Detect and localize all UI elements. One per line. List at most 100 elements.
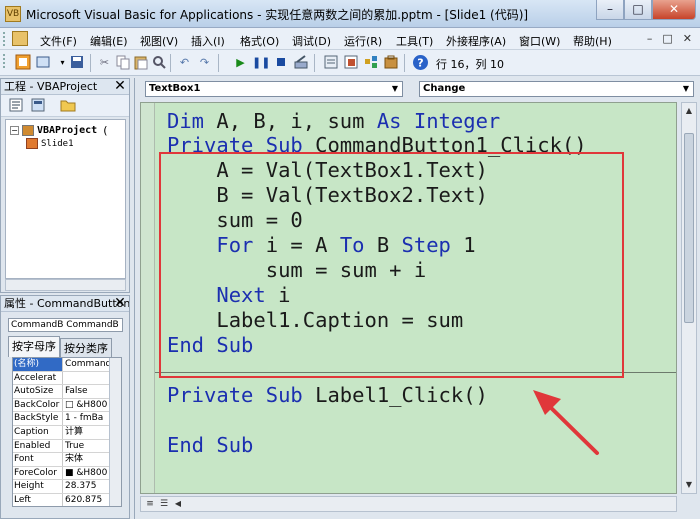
paste-icon[interactable] bbox=[132, 54, 149, 71]
property-row[interactable]: Caption 计算 bbox=[13, 425, 121, 440]
properties-window-icon[interactable] bbox=[342, 54, 359, 71]
procedure-view-icon[interactable]: ≡ bbox=[143, 497, 157, 511]
view-code-icon[interactable] bbox=[7, 97, 24, 114]
property-value[interactable]: 计算 bbox=[63, 426, 109, 439]
property-value[interactable]: 620.875 bbox=[63, 494, 109, 506]
toggle-folders-icon[interactable] bbox=[59, 97, 76, 114]
toolbar-separator bbox=[404, 54, 405, 72]
tab-categorized[interactable]: 按分类序 bbox=[60, 338, 112, 357]
property-row[interactable]: (名称)CommandB bbox=[13, 358, 121, 372]
property-value[interactable]: CommandB bbox=[63, 358, 109, 371]
property-row[interactable]: Font 宋体 bbox=[13, 453, 121, 467]
view-object-icon[interactable] bbox=[29, 97, 46, 114]
property-row[interactable]: BackStyle 1 - fmBa bbox=[13, 412, 121, 426]
tree-expander[interactable]: − bbox=[10, 126, 19, 135]
menu-window[interactable]: 窗口(W) bbox=[519, 33, 560, 49]
code-window: TextBox1 ▼ Change ▼ Dim A, B, i, sum As … bbox=[134, 78, 700, 519]
menu-format[interactable]: 格式(O) bbox=[240, 33, 279, 49]
object-browser-icon[interactable] bbox=[362, 54, 379, 71]
cursor-position: 行 16，列 10 bbox=[436, 58, 504, 71]
properties-panel-close-button[interactable]: ✕ bbox=[113, 296, 127, 311]
menu-addins[interactable]: 外接程序(A) bbox=[446, 33, 506, 49]
object-dropdown-arrow-icon[interactable]: ▼ bbox=[389, 83, 401, 95]
code-hscrollbar[interactable]: ≡ ☰ ◀ bbox=[140, 496, 677, 512]
property-value[interactable]: True bbox=[63, 440, 109, 453]
menu-bar: 文件(F) 编辑(E) 视图(V) 插入(I) 格式(O) 调试(D) 运行(R… bbox=[0, 28, 700, 50]
tree-label-slide1: Slide1 bbox=[41, 138, 74, 149]
property-value[interactable]: 1 - fmBa bbox=[63, 412, 109, 425]
property-value[interactable]: 28.375 bbox=[63, 480, 109, 493]
scroll-up-icon[interactable]: ▲ bbox=[682, 104, 696, 118]
property-value[interactable]: 宋体 bbox=[63, 453, 109, 466]
vba-menu-icon[interactable] bbox=[12, 31, 28, 46]
project-hscrollbar[interactable] bbox=[5, 279, 126, 291]
run-icon[interactable]: ▶ bbox=[232, 54, 249, 71]
menu-view[interactable]: 视图(V) bbox=[140, 33, 178, 49]
procedure-dropdown[interactable]: Change ▼ bbox=[419, 81, 694, 97]
properties-object-select[interactable]: CommandB CommandB bbox=[8, 318, 123, 332]
property-row[interactable]: AutoSize False bbox=[13, 385, 121, 399]
scroll-down-icon[interactable]: ▼ bbox=[682, 478, 696, 492]
menu-debug[interactable]: 调试(D) bbox=[292, 33, 331, 49]
toolbox-icon[interactable] bbox=[382, 54, 399, 71]
property-row[interactable]: Height 28.375 bbox=[13, 480, 121, 494]
property-value[interactable]: □ &H800 bbox=[63, 399, 109, 412]
properties-vscrollbar[interactable] bbox=[109, 358, 121, 506]
menu-file[interactable]: 文件(F) bbox=[40, 33, 77, 49]
minimize-button[interactable]: – bbox=[596, 0, 624, 20]
svg-text:?: ? bbox=[417, 57, 423, 70]
toolbar-separator bbox=[90, 54, 91, 72]
cut-icon[interactable]: ✂ bbox=[96, 54, 113, 71]
find-icon[interactable] bbox=[150, 54, 167, 71]
design-mode-icon[interactable] bbox=[292, 54, 309, 71]
menu-help[interactable]: 帮助(H) bbox=[573, 33, 612, 49]
view-host-app-icon[interactable] bbox=[14, 54, 31, 71]
property-name: AutoSize bbox=[13, 385, 63, 398]
menu-run[interactable]: 运行(R) bbox=[344, 33, 382, 49]
code-editor[interactable]: Dim A, B, i, sum As Integer Private Sub C… bbox=[140, 102, 677, 494]
copy-icon[interactable] bbox=[114, 54, 131, 71]
find-svg bbox=[152, 56, 166, 69]
project-explorer-svg bbox=[324, 55, 337, 69]
maximize-button[interactable]: □ bbox=[624, 0, 652, 20]
help-icon[interactable]: ? bbox=[412, 54, 429, 71]
properties-window-svg bbox=[344, 55, 357, 69]
project-panel-close-button[interactable]: ✕ bbox=[113, 79, 127, 94]
property-row[interactable]: Left 620.875 bbox=[13, 493, 121, 506]
scroll-thumb[interactable] bbox=[684, 133, 694, 323]
property-value[interactable]: ■ &H800 bbox=[63, 467, 109, 480]
property-value[interactable]: False bbox=[63, 385, 109, 398]
tree-label-vbaproject: VBAProject bbox=[37, 125, 98, 136]
project-explorer-icon[interactable] bbox=[322, 54, 339, 71]
property-row[interactable]: BackColor □ &H800 bbox=[13, 398, 121, 413]
property-value[interactable] bbox=[63, 372, 109, 385]
menu-insert[interactable]: 插入(I) bbox=[191, 33, 225, 49]
save-icon[interactable] bbox=[68, 54, 85, 71]
tab-alphabetic[interactable]: 按字母序 bbox=[8, 336, 60, 357]
close-button[interactable]: ✕ bbox=[652, 0, 696, 20]
tree-item-slide1[interactable]: Slide1 bbox=[26, 138, 74, 149]
property-row[interactable]: ForeColor ■ &H800 bbox=[13, 466, 121, 481]
menu-edit[interactable]: 编辑(E) bbox=[90, 33, 128, 49]
full-module-view-icon[interactable]: ☰ bbox=[157, 497, 171, 511]
procedure-dropdown-arrow-icon[interactable]: ▼ bbox=[680, 83, 692, 95]
menu-tools[interactable]: 工具(T) bbox=[396, 33, 433, 49]
break-icon[interactable]: ❚❚ bbox=[252, 54, 270, 71]
mdi-minimize-button[interactable]: – bbox=[647, 32, 653, 45]
tree-item-vbaproject[interactable]: − VBAProject ( bbox=[10, 124, 108, 137]
object-dropdown[interactable]: TextBox1 ▼ bbox=[145, 81, 403, 97]
property-row[interactable]: Accelerat bbox=[13, 371, 121, 386]
scroll-left-icon[interactable]: ◀ bbox=[171, 497, 185, 511]
project-panel-title-text: 工程 - VBAProject bbox=[4, 80, 98, 93]
window-title: Microsoft Visual Basic for Applications … bbox=[26, 8, 529, 22]
mdi-restore-button[interactable]: □ bbox=[662, 32, 672, 45]
undo-icon[interactable]: ↶ bbox=[176, 54, 193, 71]
insert-userform-icon[interactable] bbox=[34, 54, 51, 71]
reset-icon[interactable] bbox=[272, 54, 289, 71]
menu-grip bbox=[3, 32, 7, 46]
mdi-close-button[interactable]: ✕ bbox=[683, 32, 692, 45]
project-tree: − VBAProject ( Slide1 bbox=[5, 119, 126, 279]
code-vscrollbar[interactable]: ▲ ▼ bbox=[681, 102, 697, 494]
redo-icon[interactable]: ↷ bbox=[196, 54, 213, 71]
property-row[interactable]: Enabled True bbox=[13, 439, 121, 454]
